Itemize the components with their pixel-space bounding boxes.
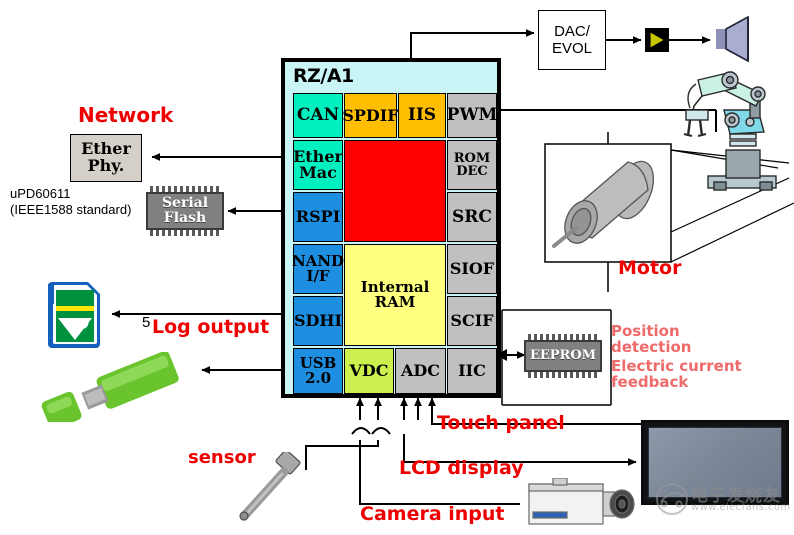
chip-block-spdif-label: SPDIF — [342, 105, 399, 125]
camera-icon — [528, 478, 635, 525]
serial-flash-pins-bottom — [150, 230, 220, 236]
eeprom-label: EEPROM — [529, 348, 597, 364]
dac-evol-box[interactable]: DAC/ EVOL — [538, 10, 606, 70]
upd-part-number-line1: uPD60611 — [10, 186, 71, 201]
chip-block-ether-mac-label: Ether Mac — [293, 147, 343, 182]
position-detection-label: Position detection — [611, 322, 692, 357]
chip-block-adc[interactable]: ADC — [395, 348, 446, 394]
log-output-marker: 5 — [142, 314, 151, 331]
chip-block-src[interactable]: SRC — [447, 192, 497, 242]
chip-block-usb20-label: USB 2.0 — [299, 354, 337, 387]
upd-part-number: uPD60611 (IEEE1588 standard) — [10, 186, 131, 219]
chip-block-sdhi-label: SDHI — [293, 311, 343, 330]
sd-card-icon: SD — [48, 282, 100, 348]
chip-block-siof[interactable]: SIOF — [447, 244, 497, 294]
chip-block-rspi-label: RSPI — [295, 207, 341, 226]
chip-block-rspi[interactable]: RSPI — [293, 192, 343, 242]
log-output-label: Log output — [152, 316, 270, 338]
motor-label: Motor — [618, 257, 682, 279]
chip-block-src-label: SRC — [452, 206, 492, 227]
serial-flash-body: Serial Flash — [146, 192, 224, 230]
chip-block-ether-mac[interactable]: Ether Mac — [293, 140, 343, 190]
upd-standard-line2: (IEEE1588 standard) — [10, 202, 132, 218]
chip-block-adc-label: ADC — [400, 361, 441, 380]
ether-phy-box[interactable]: Ether Phy. — [70, 134, 142, 182]
motor-icon — [552, 160, 655, 248]
eeprom-pins-bottom — [528, 372, 598, 378]
chip-block-iic[interactable]: IIC — [447, 348, 497, 394]
chip-block-iis[interactable]: IIS — [398, 93, 446, 138]
chip-block-internal-ram-label: Internal RAM — [360, 278, 430, 311]
chip-block-rom-dec[interactable]: ROM DEC — [447, 140, 497, 190]
touch-panel-label: Touch panel — [437, 412, 565, 434]
network-label: Network — [78, 103, 174, 127]
eeprom-chip[interactable]: EEPROM — [524, 334, 602, 378]
chip-block-internal-ram[interactable]: Internal RAM — [344, 244, 446, 346]
chip-block-usb20[interactable]: USB 2.0 — [293, 348, 343, 394]
eeprom-body: EEPROM — [524, 340, 602, 372]
chip-block-can-label: CAN — [296, 105, 340, 125]
chip-block-pwm[interactable]: PWM — [447, 93, 497, 138]
chip-block-scif-label: SCIF — [450, 311, 494, 330]
chip-block-spdif[interactable]: SPDIF — [342, 93, 399, 138]
svg-text:SD: SD — [66, 315, 89, 333]
chip-block-core[interactable] — [344, 140, 446, 242]
lcd-monitor-screen — [648, 427, 782, 498]
serial-flash-label: Serial Flash — [161, 195, 209, 226]
chip-block-iic-label: IIC — [458, 361, 486, 380]
rz-a1-chip: RZ/A1 CAN SPDIF IIS PWM Ether Mac ROM DE… — [281, 58, 501, 398]
sensor-probe-icon — [239, 452, 301, 521]
amplifier-icon — [645, 28, 669, 52]
speaker-icon — [716, 15, 749, 63]
chip-block-siof-label: SIOF — [449, 259, 495, 278]
chip-block-nand-if[interactable]: NAND I/F — [291, 244, 345, 294]
chip-block-can[interactable]: CAN — [293, 93, 343, 138]
chip-block-rom-dec-label: ROM DEC — [453, 151, 491, 179]
chip-block-scif[interactable]: SCIF — [447, 296, 497, 346]
camera-input-label: Camera input — [360, 503, 505, 525]
chip-block-nand-if-label: NAND I/F — [291, 252, 345, 285]
robot-arm-icon — [683, 71, 777, 191]
diagram-canvas: RZ/A1 CAN SPDIF IIS PWM Ether Mac ROM DE… — [0, 0, 794, 535]
lcd-monitor — [641, 420, 789, 505]
ether-phy-label: Ether Phy. — [81, 139, 131, 175]
current-feedback-label: Electric current feedback — [611, 357, 742, 392]
serial-flash-chip[interactable]: Serial Flash — [146, 186, 224, 236]
chip-block-vdc-label: VDC — [349, 361, 389, 380]
dac-evol-label: DAC/ EVOL — [551, 22, 593, 57]
lcd-display-label: LCD display — [399, 457, 524, 479]
chip-block-iis-label: IIS — [407, 105, 437, 125]
usb-flash-drive-icon — [41, 352, 179, 422]
chip-title: RZ/A1 — [293, 65, 354, 87]
chip-block-vdc[interactable]: VDC — [344, 348, 394, 394]
chip-block-sdhi[interactable]: SDHI — [293, 296, 343, 346]
chip-block-pwm-label: PWM — [446, 105, 498, 125]
